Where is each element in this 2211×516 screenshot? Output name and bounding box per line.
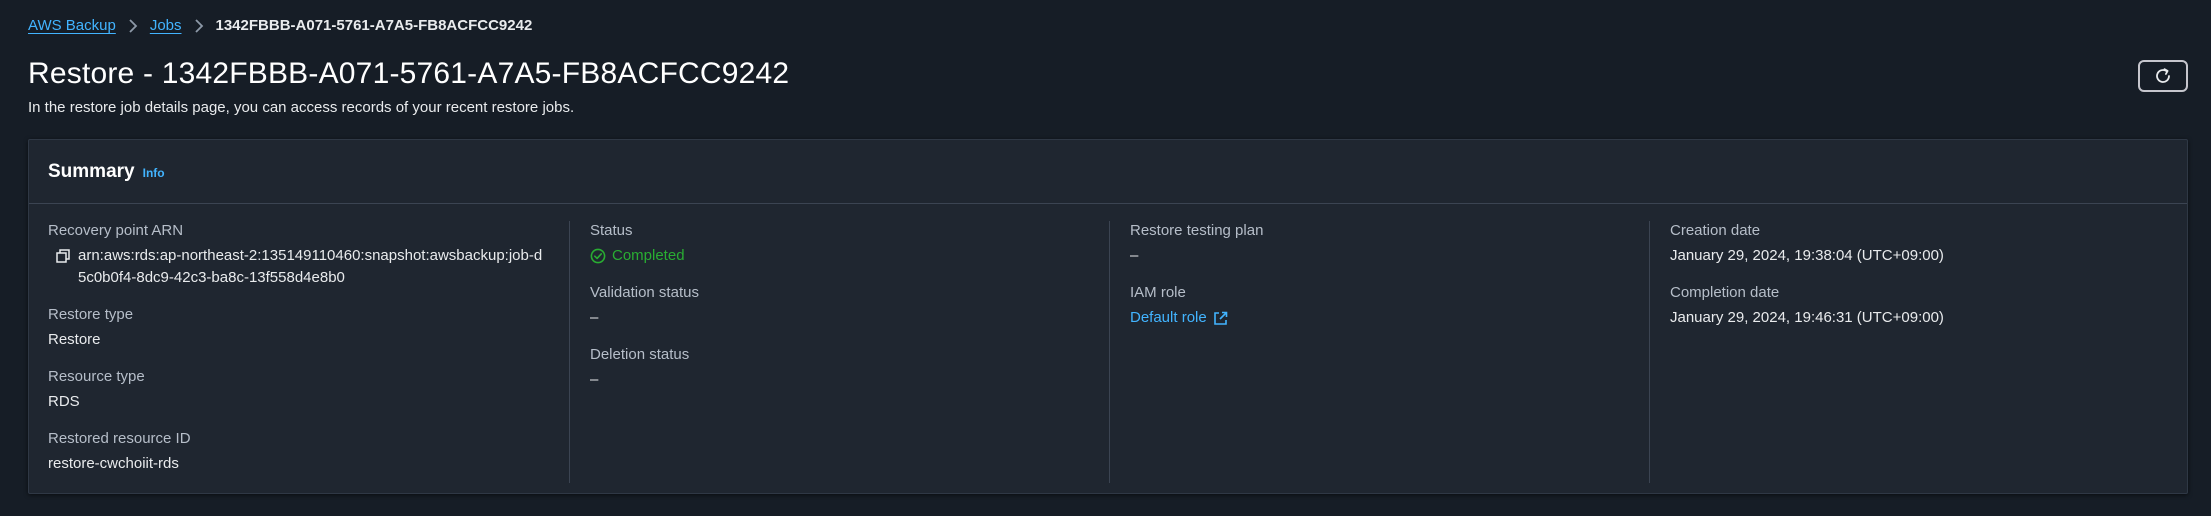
iam-role-link[interactable]: Default role — [1130, 307, 1228, 329]
restore-type-label: Restore type — [48, 306, 134, 323]
summary-column-2: Status Completed Validation status – Del… — [590, 221, 1110, 407]
status-badge: Completed — [612, 247, 685, 264]
iam-role-label: IAM role — [1130, 284, 1186, 301]
restore-type-value: Restore — [48, 331, 101, 348]
breadcrumb-link-aws-backup[interactable]: AWS Backup — [28, 16, 116, 36]
validation-status-value: – — [590, 309, 599, 326]
completion-date: Completion date January 29, 2024, 19:46:… — [1670, 283, 2190, 329]
refresh-button[interactable] — [2138, 60, 2188, 92]
chevron-right-icon — [128, 19, 138, 33]
restore-testing-plan: Restore testing plan – — [1130, 221, 1650, 267]
completion-date-value: January 29, 2024, 19:46:31 (UTC+09:00) — [1670, 309, 1944, 326]
recovery-point-arn-value: arn:aws:rds:ap-northeast-2:135149110460:… — [78, 247, 543, 286]
iam-role-link-text: Default role — [1130, 309, 1207, 326]
status-value-row: Completed — [590, 245, 1110, 267]
resource-type-value: RDS — [48, 393, 80, 410]
status: Status Completed — [590, 221, 1110, 267]
deletion-status-label: Deletion status — [590, 346, 690, 363]
copy-icon[interactable] — [52, 245, 74, 267]
breadcrumb-link-jobs[interactable]: Jobs — [150, 16, 182, 36]
info-link[interactable]: Info — [143, 166, 165, 180]
completion-date-label: Completion date — [1670, 284, 1780, 301]
breadcrumb-current: 1342FBBB-A071-5761-A7A5-FB8ACFCC9242 — [215, 17, 533, 34]
restore-testing-plan-value: – — [1130, 247, 1139, 264]
summary-column-1: Recovery point ARN arn:aws:rds:ap-northe… — [48, 221, 568, 491]
creation-date: Creation date January 29, 2024, 19:38:04… — [1670, 221, 2190, 267]
restore-job-details-page: AWS Backup Jobs 1342FBBB-A071-5761-A7A5-… — [0, 0, 2211, 516]
page-title: Restore - 1342FBBB-A071-5761-A7A5-FB8ACF… — [28, 57, 790, 90]
resource-type: Resource type RDS — [48, 367, 568, 413]
refresh-icon — [2154, 67, 2172, 85]
deletion-status: Deletion status – — [590, 345, 1110, 391]
page-description: In the restore job details page, you can… — [28, 99, 575, 116]
summary-column-4: Creation date January 29, 2024, 19:38:04… — [1670, 221, 2190, 345]
summary-title: Summary — [48, 160, 135, 182]
recovery-point-arn-row: arn:aws:rds:ap-northeast-2:135149110460:… — [48, 245, 568, 289]
deletion-status-value: – — [590, 371, 599, 388]
restored-resource-id-label: Restored resource ID — [48, 430, 191, 447]
creation-date-label: Creation date — [1670, 222, 1761, 239]
chevron-right-icon — [194, 19, 204, 33]
recovery-point-arn: Recovery point ARN arn:aws:rds:ap-northe… — [48, 221, 568, 289]
external-link-icon — [1213, 311, 1228, 326]
validation-status: Validation status – — [590, 283, 1110, 329]
summary-columns: Recovery point ARN arn:aws:rds:ap-northe… — [29, 204, 2187, 494]
recovery-point-arn-label: Recovery point ARN — [48, 222, 184, 239]
check-circle-icon — [590, 248, 606, 264]
creation-date-value: January 29, 2024, 19:38:04 (UTC+09:00) — [1670, 247, 1944, 264]
restore-testing-plan-label: Restore testing plan — [1130, 222, 1264, 239]
summary-header: Summary Info — [29, 140, 2187, 204]
iam-role: IAM role Default role — [1130, 283, 1650, 329]
resource-type-label: Resource type — [48, 368, 145, 385]
summary-container: Summary Info Recovery point ARN arn:aws:… — [28, 139, 2188, 494]
status-label: Status — [590, 222, 633, 239]
restored-resource-id: Restored resource ID restore-cwchoiit-rd… — [48, 429, 568, 475]
restored-resource-id-value: restore-cwchoiit-rds — [48, 455, 179, 472]
breadcrumb: AWS Backup Jobs 1342FBBB-A071-5761-A7A5-… — [28, 16, 532, 36]
summary-column-3: Restore testing plan – IAM role Default … — [1130, 221, 1650, 345]
validation-status-label: Validation status — [590, 284, 699, 301]
restore-type: Restore type Restore — [48, 305, 568, 351]
column-divider — [569, 221, 570, 483]
